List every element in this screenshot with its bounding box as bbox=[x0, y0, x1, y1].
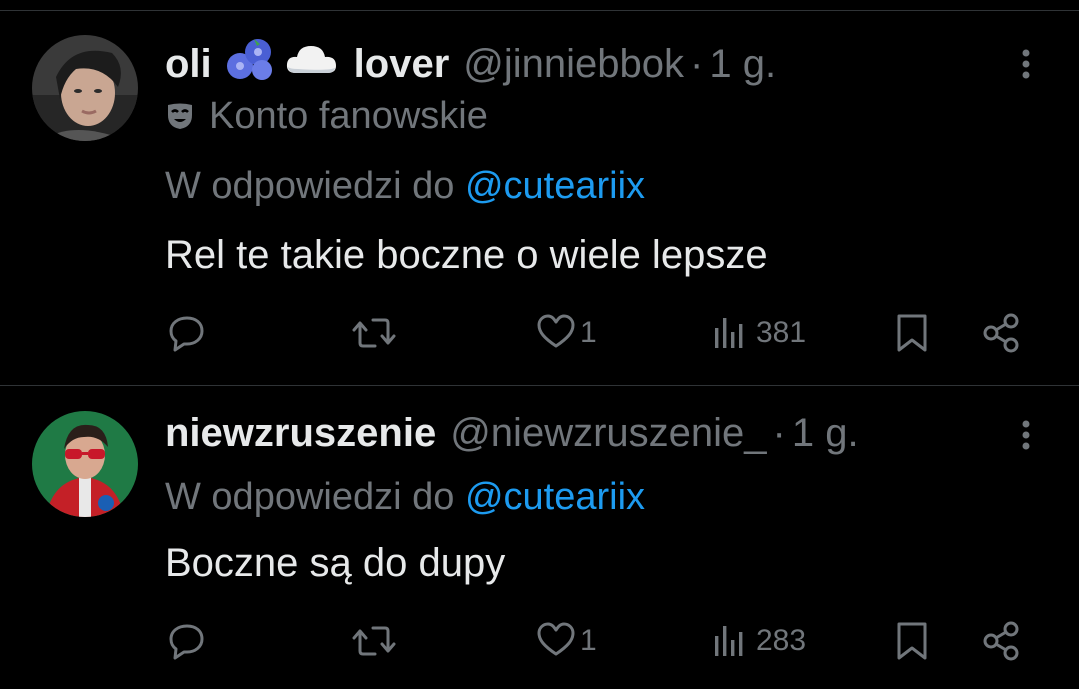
like-button[interactable]: 1 bbox=[536, 308, 597, 358]
bookmark-button[interactable] bbox=[892, 616, 932, 666]
reply-mention-link[interactable]: @cuteariix bbox=[465, 476, 645, 518]
separator-dot: · bbox=[772, 410, 786, 455]
avatar[interactable] bbox=[32, 411, 138, 517]
tweet-header: niewzruszenie @niewzruszenie_ · 1 g. bbox=[165, 408, 859, 458]
avatar[interactable] bbox=[32, 35, 138, 141]
blueberries-icon bbox=[224, 36, 276, 92]
tweet-reply[interactable]: niewzruszenie @niewzruszenie_ · 1 g. W o… bbox=[0, 386, 1079, 689]
reply-context: W odpowiedzi do @cuteariix bbox=[165, 165, 645, 208]
display-name-suffix[interactable]: lover bbox=[354, 42, 450, 87]
comment-icon bbox=[169, 624, 204, 660]
account-badge[interactable]: Konto fanowskie bbox=[165, 93, 488, 139]
timestamp[interactable]: 1 g. bbox=[792, 411, 859, 456]
retweet-icon bbox=[352, 626, 396, 656]
action-bar: 1 381 bbox=[0, 308, 1079, 358]
retweet-button[interactable] bbox=[350, 308, 398, 358]
reply-context: W odpowiedzi do @cuteariix bbox=[165, 476, 645, 519]
reply-prefix: W odpowiedzi do bbox=[165, 476, 455, 518]
like-button[interactable]: 1 bbox=[536, 616, 597, 666]
cloud-icon bbox=[284, 41, 338, 87]
more-options-icon[interactable] bbox=[1013, 39, 1039, 89]
timestamp[interactable]: 1 g. bbox=[709, 42, 776, 87]
badge-label: Konto fanowskie bbox=[209, 94, 488, 137]
comment-icon bbox=[169, 316, 204, 352]
analytics-icon bbox=[715, 318, 743, 348]
display-name[interactable]: niewzruszenie bbox=[165, 411, 436, 456]
like-count: 1 bbox=[580, 624, 597, 657]
share-button[interactable] bbox=[980, 308, 1024, 358]
user-handle[interactable]: @niewzruszenie_ bbox=[450, 411, 766, 456]
heart-icon bbox=[537, 622, 575, 656]
tweet-text: Rel te takie boczne o wiele lepsze bbox=[165, 233, 768, 277]
action-bar: 1 283 bbox=[0, 616, 1079, 666]
views-button[interactable]: 283 bbox=[712, 616, 806, 666]
analytics-icon bbox=[715, 626, 743, 656]
tweet-header: oli lover @jinniebbok · 1 g. bbox=[165, 39, 776, 89]
bookmark-icon bbox=[897, 622, 927, 660]
retweet-button[interactable] bbox=[350, 616, 398, 666]
tweet-text: Boczne są do dupy bbox=[165, 541, 506, 585]
more-options-icon[interactable] bbox=[1013, 410, 1039, 460]
reply-button[interactable] bbox=[164, 308, 210, 358]
like-count: 1 bbox=[580, 316, 597, 349]
bookmark-button[interactable] bbox=[892, 308, 932, 358]
tweet-reply[interactable]: oli lover @jinniebbok · 1 g. Konto fanow… bbox=[0, 11, 1079, 385]
view-count: 381 bbox=[756, 316, 807, 349]
reply-prefix: W odpowiedzi do bbox=[165, 165, 455, 207]
view-count: 283 bbox=[756, 624, 807, 657]
reply-mention-link[interactable]: @cuteariix bbox=[465, 165, 645, 207]
reply-button[interactable] bbox=[164, 616, 210, 666]
retweet-icon bbox=[352, 318, 396, 348]
bookmark-icon bbox=[897, 314, 927, 352]
share-icon bbox=[983, 621, 1019, 661]
user-handle[interactable]: @jinniebbok bbox=[463, 42, 684, 87]
views-button[interactable]: 381 bbox=[712, 308, 806, 358]
heart-icon bbox=[537, 314, 575, 348]
theater-mask-icon bbox=[168, 103, 192, 129]
display-name[interactable]: oli bbox=[165, 42, 212, 87]
separator-dot: · bbox=[690, 41, 704, 86]
share-button[interactable] bbox=[980, 616, 1024, 666]
share-icon bbox=[983, 313, 1019, 353]
